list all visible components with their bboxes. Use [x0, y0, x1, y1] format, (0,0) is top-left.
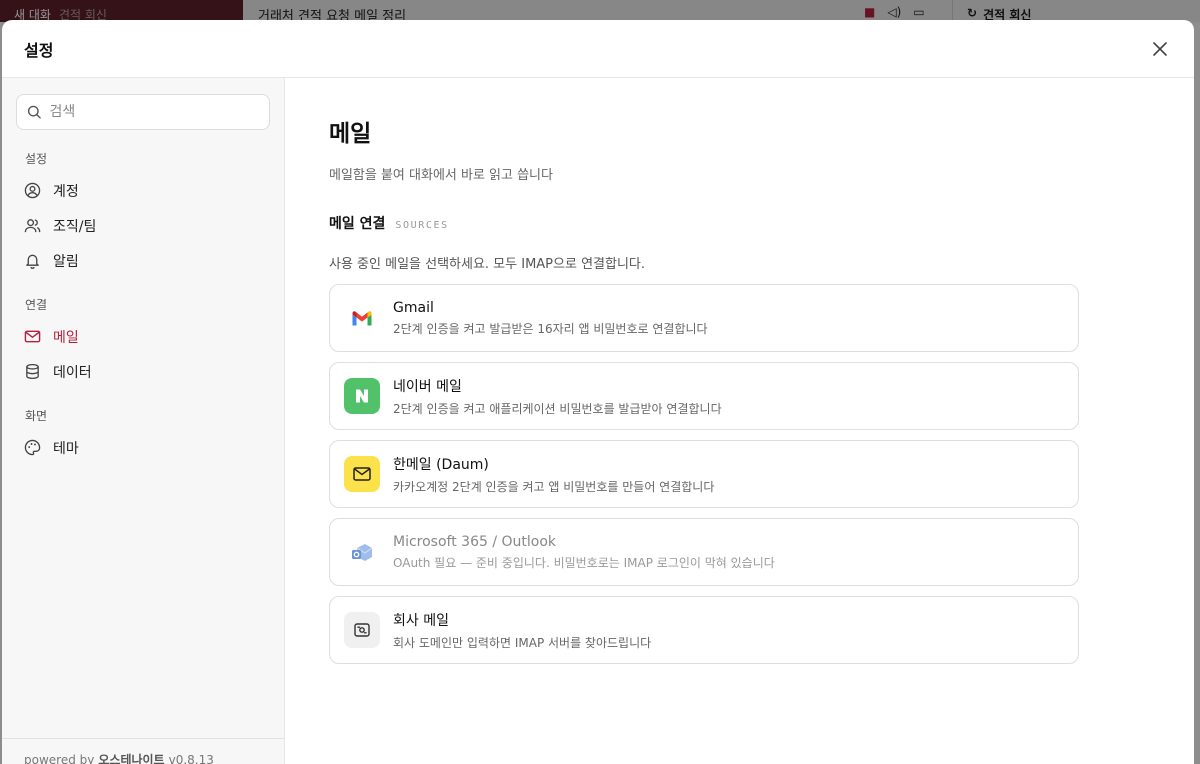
- provider-name: Gmail: [393, 299, 434, 316]
- sidebar-item-data[interactable]: 데이터: [2, 354, 284, 389]
- section-label-settings: 설정: [25, 152, 48, 166]
- bell-icon: [26, 254, 39, 269]
- modal-title: 설정: [24, 40, 54, 60]
- provider-description: 카카오계정 2단계 인증을 켜고 앱 비밀번호를 만들어 연결합니다: [393, 479, 715, 494]
- sidebar-item-label: 메일: [53, 329, 79, 346]
- section-title: 메일 연결: [329, 216, 386, 232]
- section-label-connections: 연결: [25, 298, 48, 312]
- sidebar-item-label: 데이터: [53, 364, 92, 381]
- gmail-icon: [344, 300, 380, 336]
- users-icon: [24, 219, 41, 233]
- provider-card-daum[interactable]: 한메일 (Daum) 카카오계정 2단계 인증을 켜고 앱 비밀번호를 만들어 …: [329, 440, 1079, 508]
- provider-description: 2단계 인증을 켜고 발급받은 16자리 앱 비밀번호로 연결합니다: [393, 321, 708, 336]
- provider-name: 네이버 메일: [393, 378, 462, 395]
- provider-name: 한메일 (Daum): [393, 456, 489, 473]
- provider-description: 2단계 인증을 켜고 애플리케이션 비밀번호를 발급받아 연결합니다: [393, 401, 722, 416]
- sidebar-item-label: 조직/팀: [53, 218, 97, 235]
- footer-powered-by: powered by: [24, 752, 95, 764]
- sidebar-item-label: 계정: [53, 183, 79, 200]
- settings-sidebar: 설정 계정 조직/팀 알림 연결 메일 데이터 화면: [2, 78, 285, 764]
- provider-name: 회사 메일: [393, 612, 449, 629]
- settings-modal: 설정 설정 계정 조직/팀 알림 연결: [2, 20, 1194, 764]
- database-icon: [26, 363, 39, 380]
- search-box: [16, 94, 270, 130]
- provider-card-outlook: Microsoft 365 / Outlook OAuth 필요 — 준비 중입…: [329, 518, 1079, 586]
- sidebar-item-label: 알림: [53, 253, 79, 270]
- company-mail-icon: [344, 612, 380, 648]
- sidebar-item-account[interactable]: 계정: [2, 173, 284, 208]
- palette-icon: [24, 439, 41, 456]
- close-icon: [1153, 42, 1167, 56]
- search-icon: [27, 105, 41, 119]
- provider-card-gmail[interactable]: Gmail 2단계 인증을 켜고 발급받은 16자리 앱 비밀번호로 연결합니다: [329, 284, 1079, 352]
- sidebar-item-label: 테마: [53, 440, 79, 457]
- section-hint: 사용 중인 메일을 선택하세요. 모두 IMAP으로 연결합니다.: [329, 257, 646, 272]
- search-input[interactable]: [49, 104, 259, 120]
- provider-card-naver[interactable]: 네이버 메일 2단계 인증을 켜고 애플리케이션 비밀번호를 발급받아 연결합니…: [329, 362, 1079, 430]
- section-tag: SOURCES: [395, 220, 449, 231]
- sidebar-footer: powered by 오스테나이트 v0.8.13: [2, 738, 284, 764]
- provider-card-company[interactable]: 회사 메일 회사 도메인만 입력하면 IMAP 서버를 찾아드립니다: [329, 596, 1079, 664]
- section-label-display: 화면: [25, 409, 48, 423]
- footer-brand: 오스테나이트: [98, 753, 165, 764]
- provider-name: Microsoft 365 / Outlook: [393, 533, 557, 550]
- user-circle-icon: [24, 182, 41, 199]
- footer-version: v0.8.13: [168, 752, 214, 764]
- sidebar-item-notifications[interactable]: 알림: [2, 243, 284, 278]
- sidebar-item-theme[interactable]: 테마: [2, 430, 284, 465]
- sidebar-item-team[interactable]: 조직/팀: [2, 208, 284, 243]
- settings-content: 메일 메일함을 붙여 대화에서 바로 읽고 씁니다 메일 연결 SOURCES …: [285, 78, 1194, 764]
- naver-icon: [344, 378, 380, 414]
- outlook-icon: [344, 534, 380, 570]
- sidebar-item-mail[interactable]: 메일: [2, 319, 284, 354]
- daum-mail-icon: [344, 456, 380, 492]
- mail-icon: [24, 330, 41, 343]
- section-header: 메일 연결 SOURCES: [329, 213, 1194, 233]
- page-description: 메일함을 붙여 대화에서 바로 읽고 씁니다: [329, 168, 553, 183]
- page-title: 메일: [329, 121, 372, 147]
- provider-description: OAuth 필요 — 준비 중입니다. 비밀번호로는 IMAP 로그인이 막혀 …: [393, 555, 775, 570]
- provider-description: 회사 도메인만 입력하면 IMAP 서버를 찾아드립니다: [393, 635, 652, 650]
- modal-header: 설정: [2, 20, 1194, 78]
- close-button[interactable]: [1148, 37, 1172, 61]
